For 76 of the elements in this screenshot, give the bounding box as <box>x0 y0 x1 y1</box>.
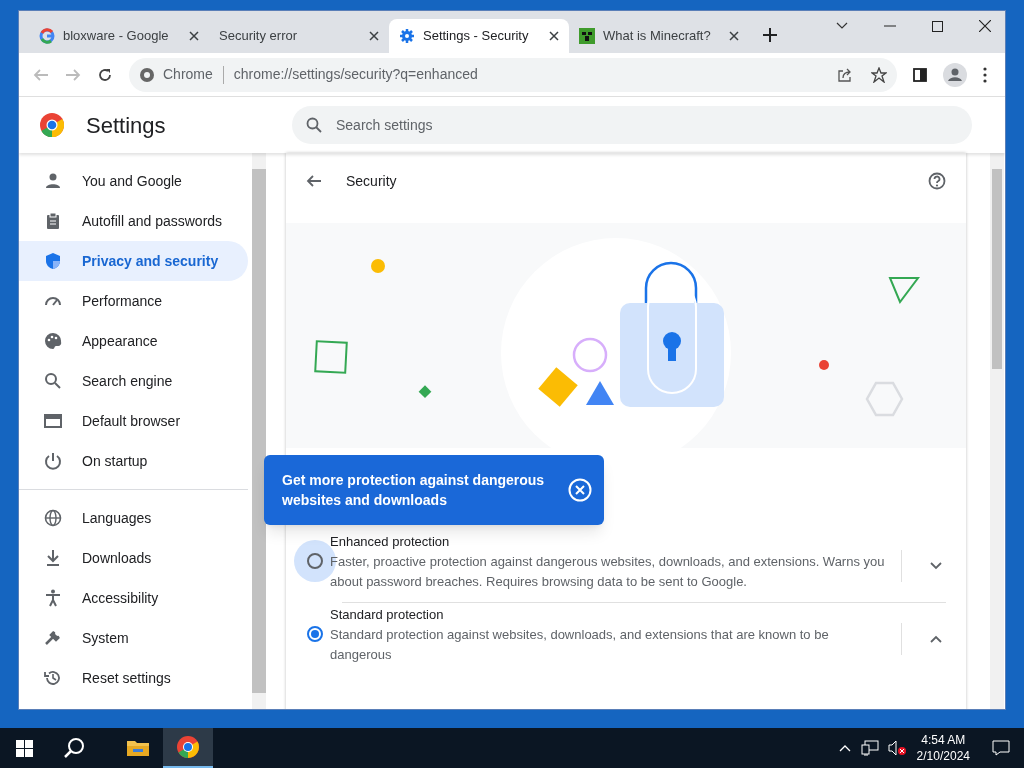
creeper-face-icon <box>579 28 595 44</box>
search-icon <box>44 372 62 390</box>
sidebar-item[interactable]: System <box>19 618 248 658</box>
sidebar-item[interactable]: Reset settings <box>19 658 248 698</box>
page-title: Security <box>346 171 398 191</box>
google-logo-icon <box>39 28 55 44</box>
browser-tab[interactable]: bloxware - Google <box>29 19 209 53</box>
close-icon[interactable] <box>189 31 199 41</box>
option-title: Standard protection <box>330 606 445 624</box>
clock-date: 2/10/2024 <box>916 748 970 764</box>
sidebar-item[interactable]: Languages <box>19 498 248 538</box>
help-icon[interactable] <box>928 172 946 190</box>
palette-icon <box>44 332 62 350</box>
more-menu-icon[interactable] <box>983 66 987 83</box>
url-text: chrome://settings/security?q=enhanced <box>233 65 479 84</box>
option-title: Enhanced protection <box>330 533 451 551</box>
chrome-logo-icon <box>40 113 64 137</box>
clock-time: 4:54 AM <box>921 732 966 748</box>
option-description: Faster, proactive protection against dangerous websites, downloads, and extensions. Warns you about password breaches. Requires browsing data to be sent to Google. <box>330 553 885 591</box>
sidebar-item[interactable]: On startup <box>19 441 248 481</box>
search-icon[interactable] <box>63 737 85 759</box>
close-icon[interactable] <box>729 31 739 41</box>
tab-title: What is Minecraft? <box>603 27 712 46</box>
browser-window-icon <box>44 412 62 430</box>
windows-logo-icon[interactable] <box>16 739 33 757</box>
site-label: Chrome <box>163 65 213 84</box>
power-icon <box>44 452 62 470</box>
search-icon <box>306 117 322 133</box>
gear-icon <box>399 28 415 44</box>
chrome-logo-icon <box>176 735 200 759</box>
sidebar-item[interactable]: Autofill and passwords <box>19 201 248 241</box>
sidebar-item[interactable]: Privacy and security <box>19 241 248 281</box>
chevron-up-icon[interactable] <box>930 635 942 643</box>
notifications-icon[interactable] <box>992 740 1010 756</box>
close-icon[interactable] <box>549 31 559 41</box>
sidebar-item[interactable]: Accessibility <box>19 578 248 618</box>
browser-tab[interactable]: What is Minecraft? <box>569 19 749 53</box>
chevron-down-icon[interactable] <box>930 562 942 570</box>
speaker-muted-icon[interactable] <box>886 740 907 756</box>
browser-tab[interactable]: Security error <box>209 19 389 53</box>
sidebar-item[interactable]: You and Google <box>19 161 248 201</box>
sidebar-item[interactable]: Default browser <box>19 401 248 441</box>
sidebar-item[interactable]: Search engine <box>19 361 248 401</box>
tab-title: Settings - Security <box>423 27 530 46</box>
shield-icon <box>44 252 62 270</box>
person-icon <box>44 172 62 190</box>
accessibility-icon <box>44 589 62 607</box>
share-icon[interactable] <box>837 66 853 83</box>
sidebar-item[interactable]: Downloads <box>19 538 248 578</box>
clipboard-icon <box>44 212 62 230</box>
tab-title: bloxware - Google <box>63 27 170 46</box>
side-panel-icon[interactable] <box>913 67 927 82</box>
sidebar-item[interactable]: Performance <box>19 281 248 321</box>
new-tab-icon[interactable] <box>763 28 777 42</box>
chrome-logo-icon <box>139 66 155 83</box>
chevron-down-icon[interactable] <box>836 22 848 30</box>
reload-icon[interactable] <box>97 66 113 83</box>
option-description: Standard protection against websites, downloads, and extensions that are known to be dangerous <box>330 626 830 664</box>
history-icon <box>44 669 62 687</box>
maximize-icon[interactable] <box>932 20 943 32</box>
globe-icon <box>44 509 62 527</box>
close-icon[interactable] <box>979 20 991 32</box>
close-icon[interactable] <box>369 31 379 41</box>
star-icon[interactable] <box>871 66 887 83</box>
download-icon <box>44 549 62 567</box>
network-icon[interactable] <box>860 740 879 756</box>
settings-title: Settings <box>86 111 167 140</box>
taskbar-app[interactable] <box>163 728 213 768</box>
search-field[interactable]: Search settings <box>292 106 972 144</box>
browser-tab[interactable]: Settings - Security <box>389 19 569 53</box>
address-bar[interactable]: Chrome chrome://settings/security?q=enhanced <box>129 57 897 92</box>
tooltip-text: Get more protection against dangerous websites and downloads <box>282 471 546 510</box>
back-arrow-icon[interactable] <box>306 173 322 189</box>
sidebar-item[interactable]: Appearance <box>19 321 248 361</box>
profile-avatar-icon[interactable] <box>943 62 967 87</box>
tab-title: Security error <box>219 27 299 46</box>
